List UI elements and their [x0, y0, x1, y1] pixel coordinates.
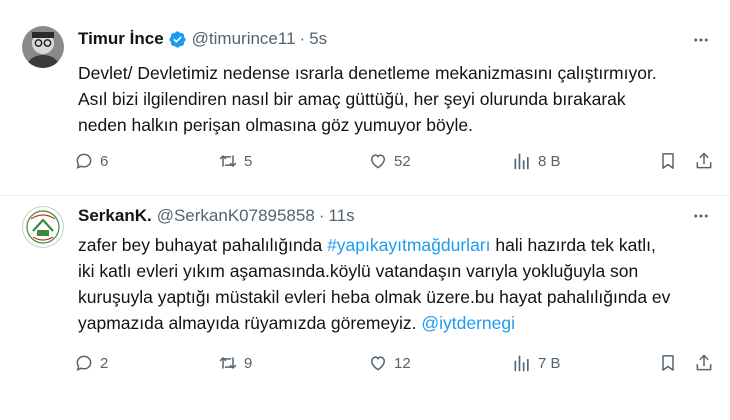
- more-options-button[interactable]: [690, 29, 712, 51]
- like-icon: [370, 154, 386, 169]
- mention-link[interactable]: @iytdernegi: [421, 313, 515, 333]
- author-handle[interactable]: @timurince11: [192, 29, 296, 49]
- tweet[interactable]: SerkanK. @SerkanK07895858 · 11s zafer be…: [0, 196, 730, 420]
- like-icon: [370, 356, 386, 371]
- tweet-actions: 6 5 52 8 B: [74, 148, 722, 174]
- retweet-icon: [219, 357, 237, 369]
- like-button[interactable]: 12: [368, 350, 411, 376]
- bookmark-button[interactable]: [658, 148, 678, 174]
- tweet-header: Timur İnce @timurince11 · 5s: [78, 28, 327, 50]
- views-count: 8 B: [538, 152, 561, 170]
- more-icon: [694, 214, 708, 218]
- tweet-text-part: zafer bey buhayat pahalılığında: [78, 235, 328, 255]
- retweet-icon: [219, 155, 237, 167]
- tweet-header: SerkanK. @SerkanK07895858 · 11s: [78, 205, 355, 227]
- avatar[interactable]: [22, 26, 64, 68]
- separator-dot: ·: [299, 29, 306, 48]
- views-icon: [514, 355, 529, 372]
- author-name[interactable]: Timur İnce: [78, 29, 164, 49]
- reply-count: 2: [100, 354, 109, 372]
- tweet-text: Devlet/ Devletimiz nedense ısrarla denet…: [78, 63, 657, 135]
- views-button[interactable]: 8 B: [512, 148, 561, 174]
- avatar[interactable]: [22, 206, 64, 248]
- bookmark-icon: [662, 355, 674, 371]
- share-button[interactable]: [694, 148, 714, 174]
- author-handle[interactable]: @SerkanK07895858: [157, 206, 315, 226]
- person-photo-avatar-icon: [22, 26, 64, 68]
- separator-dot: ·: [318, 206, 325, 225]
- reply-button[interactable]: 2: [74, 350, 108, 376]
- tweet-text: zafer bey buhayat pahalılığında #yapıkay…: [78, 232, 718, 336]
- like-button[interactable]: 52: [368, 148, 411, 174]
- tweet[interactable]: Timur İnce @timurince11 · 5s Devlet/ Dev…: [0, 0, 730, 195]
- reply-button[interactable]: 6: [74, 148, 108, 174]
- like-count: 52: [394, 152, 411, 170]
- bookmark-icon: [662, 153, 674, 169]
- author-name[interactable]: SerkanK.: [78, 206, 152, 226]
- timestamp[interactable]: 5s: [309, 29, 327, 49]
- more-icon: [694, 38, 708, 42]
- verified-badge-icon: [169, 30, 186, 48]
- views-count: 7 B: [538, 354, 561, 372]
- reply-count: 6: [100, 152, 109, 170]
- retweet-button[interactable]: 5: [218, 148, 252, 174]
- hashtag-link[interactable]: #yapıkayıtmağdurları: [327, 235, 490, 255]
- more-options-button[interactable]: [690, 205, 712, 227]
- bookmark-button[interactable]: [658, 350, 678, 376]
- reply-icon: [76, 355, 92, 371]
- share-icon: [696, 152, 712, 169]
- retweet-button[interactable]: 9: [218, 350, 252, 376]
- views-button[interactable]: 7 B: [512, 350, 561, 376]
- tweet-actions: 2 9 12 7 B: [74, 350, 722, 376]
- reply-icon: [76, 153, 92, 169]
- share-button[interactable]: [694, 350, 714, 376]
- association-logo-avatar-icon: [22, 206, 64, 248]
- retweet-count: 9: [244, 354, 253, 372]
- retweet-count: 5: [244, 152, 253, 170]
- views-icon: [514, 153, 529, 170]
- timestamp[interactable]: 11s: [328, 206, 354, 226]
- like-count: 12: [394, 354, 411, 372]
- share-icon: [696, 354, 712, 371]
